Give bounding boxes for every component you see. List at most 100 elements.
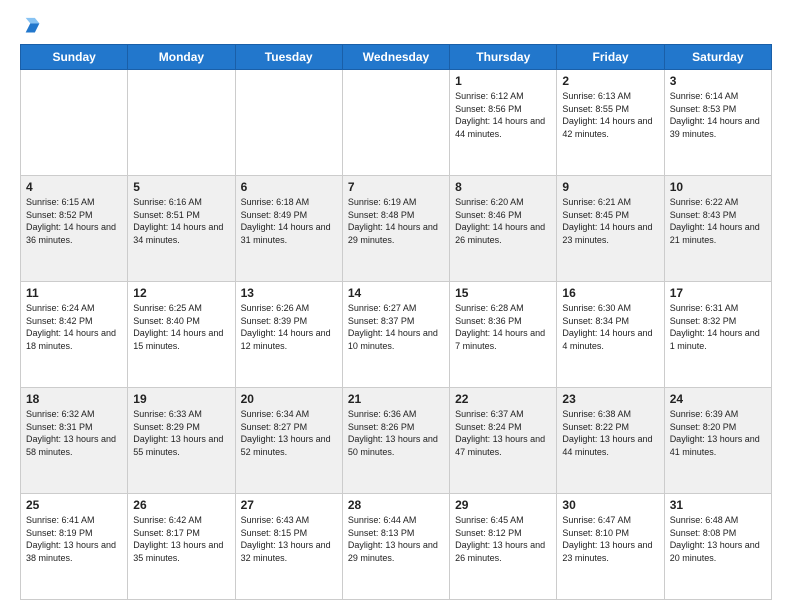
day-info: Sunrise: 6:15 AM Sunset: 8:52 PM Dayligh…	[26, 196, 122, 246]
calendar-cell: 21 Sunrise: 6:36 AM Sunset: 8:26 PM Dayli…	[342, 388, 449, 494]
day-number: 20	[241, 392, 337, 406]
day-number: 15	[455, 286, 551, 300]
logo	[20, 16, 44, 34]
calendar-cell: 18Sunrise: 6:32 AM Sunset: 8:31 PM Dayli…	[21, 388, 128, 494]
day-info: Sunrise: 6:38 AM Sunset: 8:22 PM Dayligh…	[562, 408, 658, 458]
day-number: 9	[562, 180, 658, 194]
calendar-cell	[342, 70, 449, 176]
day-info: Sunrise: 6:26 AM Sunset: 8:39 PM Dayligh…	[241, 302, 337, 352]
calendar-cell: 28Sunrise: 6:44 AM Sunset: 8:13 PM Dayli…	[342, 494, 449, 600]
day-number: 30	[562, 498, 658, 512]
calendar-table: SundayMondayTuesdayWednesdayThursdayFrid…	[20, 44, 772, 600]
day-number: 22	[455, 392, 551, 406]
day-number: 10	[670, 180, 766, 194]
calendar-cell: 31Sunrise: 6:48 AM Sunset: 8:08 PM Dayli…	[664, 494, 771, 600]
calendar-cell: 30 Sunrise: 6:47 AM Sunset: 8:10 PM Dayli…	[557, 494, 664, 600]
day-info: Sunrise: 6:32 AM Sunset: 8:31 PM Dayligh…	[26, 408, 122, 458]
day-info: Sunrise: 6:14 AM Sunset: 8:53 PM Dayligh…	[670, 90, 766, 140]
weekday-header-saturday: Saturday	[664, 45, 771, 70]
calendar-cell: 23Sunrise: 6:38 AM Sunset: 8:22 PM Dayli…	[557, 388, 664, 494]
calendar-cell: 20 Sunrise: 6:34 AM Sunset: 8:27 PM Dayli…	[235, 388, 342, 494]
day-number: 24	[670, 392, 766, 406]
calendar-cell: 19 Sunrise: 6:33 AM Sunset: 8:29 PM Dayli…	[128, 388, 235, 494]
day-info: Sunrise: 6:45 AM Sunset: 8:12 PM Dayligh…	[455, 514, 551, 564]
day-number: 19	[133, 392, 229, 406]
day-info: Sunrise: 6:25 AM Sunset: 8:40 PM Dayligh…	[133, 302, 229, 352]
day-number: 29	[455, 498, 551, 512]
day-number: 21	[348, 392, 444, 406]
calendar-cell: 14 Sunrise: 6:27 AM Sunset: 8:37 PM Dayli…	[342, 282, 449, 388]
day-number: 11	[26, 286, 122, 300]
day-info: Sunrise: 6:36 AM Sunset: 8:26 PM Dayligh…	[348, 408, 444, 458]
day-number: 25	[26, 498, 122, 512]
day-info: Sunrise: 6:27 AM Sunset: 8:37 PM Dayligh…	[348, 302, 444, 352]
day-info: Sunrise: 6:18 AM Sunset: 8:49 PM Dayligh…	[241, 196, 337, 246]
day-number: 27	[241, 498, 337, 512]
day-number: 6	[241, 180, 337, 194]
calendar-cell: 26 Sunrise: 6:42 AM Sunset: 8:17 PM Dayli…	[128, 494, 235, 600]
calendar-cell	[235, 70, 342, 176]
day-number: 1	[455, 74, 551, 88]
calendar-cell	[21, 70, 128, 176]
day-info: Sunrise: 6:42 AM Sunset: 8:17 PM Dayligh…	[133, 514, 229, 564]
calendar-cell: 12 Sunrise: 6:25 AM Sunset: 8:40 PM Dayli…	[128, 282, 235, 388]
calendar-cell: 10 Sunrise: 6:22 AM Sunset: 8:43 PM Dayli…	[664, 176, 771, 282]
day-info: Sunrise: 6:19 AM Sunset: 8:48 PM Dayligh…	[348, 196, 444, 246]
day-number: 31	[670, 498, 766, 512]
day-info: Sunrise: 6:39 AM Sunset: 8:20 PM Dayligh…	[670, 408, 766, 458]
calendar-week-1: 1 Sunrise: 6:12 AM Sunset: 8:56 PM Daylig…	[21, 70, 772, 176]
day-info: Sunrise: 6:12 AM Sunset: 8:56 PM Dayligh…	[455, 90, 551, 140]
weekday-header-wednesday: Wednesday	[342, 45, 449, 70]
calendar-cell: 6 Sunrise: 6:18 AM Sunset: 8:49 PM Daylig…	[235, 176, 342, 282]
calendar-cell	[128, 70, 235, 176]
weekday-header-thursday: Thursday	[450, 45, 557, 70]
calendar-cell: 25Sunrise: 6:41 AM Sunset: 8:19 PM Dayli…	[21, 494, 128, 600]
calendar-cell: 7Sunrise: 6:19 AM Sunset: 8:48 PM Daylig…	[342, 176, 449, 282]
calendar-cell: 1 Sunrise: 6:12 AM Sunset: 8:56 PM Daylig…	[450, 70, 557, 176]
calendar-cell: 24 Sunrise: 6:39 AM Sunset: 8:20 PM Dayli…	[664, 388, 771, 494]
calendar-week-2: 4 Sunrise: 6:15 AM Sunset: 8:52 PM Daylig…	[21, 176, 772, 282]
day-number: 16	[562, 286, 658, 300]
day-number: 26	[133, 498, 229, 512]
day-info: Sunrise: 6:16 AM Sunset: 8:51 PM Dayligh…	[133, 196, 229, 246]
day-info: Sunrise: 6:34 AM Sunset: 8:27 PM Dayligh…	[241, 408, 337, 458]
calendar-cell: 5 Sunrise: 6:16 AM Sunset: 8:51 PM Daylig…	[128, 176, 235, 282]
day-info: Sunrise: 6:21 AM Sunset: 8:45 PM Dayligh…	[562, 196, 658, 246]
calendar-cell: 13 Sunrise: 6:26 AM Sunset: 8:39 PM Dayli…	[235, 282, 342, 388]
weekday-header-tuesday: Tuesday	[235, 45, 342, 70]
day-info: Sunrise: 6:30 AM Sunset: 8:34 PM Dayligh…	[562, 302, 658, 352]
calendar-week-5: 25Sunrise: 6:41 AM Sunset: 8:19 PM Dayli…	[21, 494, 772, 600]
calendar-cell: 27 Sunrise: 6:43 AM Sunset: 8:15 PM Dayli…	[235, 494, 342, 600]
day-number: 17	[670, 286, 766, 300]
calendar-week-4: 18Sunrise: 6:32 AM Sunset: 8:31 PM Dayli…	[21, 388, 772, 494]
calendar-cell: 4 Sunrise: 6:15 AM Sunset: 8:52 PM Daylig…	[21, 176, 128, 282]
day-info: Sunrise: 6:13 AM Sunset: 8:55 PM Dayligh…	[562, 90, 658, 140]
day-number: 14	[348, 286, 444, 300]
calendar-week-3: 11Sunrise: 6:24 AM Sunset: 8:42 PM Dayli…	[21, 282, 772, 388]
calendar-cell: 9 Sunrise: 6:21 AM Sunset: 8:45 PM Daylig…	[557, 176, 664, 282]
day-info: Sunrise: 6:44 AM Sunset: 8:13 PM Dayligh…	[348, 514, 444, 564]
day-number: 8	[455, 180, 551, 194]
calendar-cell: 16 Sunrise: 6:30 AM Sunset: 8:34 PM Dayli…	[557, 282, 664, 388]
day-info: Sunrise: 6:28 AM Sunset: 8:36 PM Dayligh…	[455, 302, 551, 352]
weekday-header-monday: Monday	[128, 45, 235, 70]
day-info: Sunrise: 6:33 AM Sunset: 8:29 PM Dayligh…	[133, 408, 229, 458]
day-info: Sunrise: 6:31 AM Sunset: 8:32 PM Dayligh…	[670, 302, 766, 352]
day-info: Sunrise: 6:37 AM Sunset: 8:24 PM Dayligh…	[455, 408, 551, 458]
day-number: 5	[133, 180, 229, 194]
day-number: 12	[133, 286, 229, 300]
logo-icon	[22, 16, 44, 38]
day-number: 13	[241, 286, 337, 300]
day-info: Sunrise: 6:22 AM Sunset: 8:43 PM Dayligh…	[670, 196, 766, 246]
day-number: 4	[26, 180, 122, 194]
calendar-cell: 17 Sunrise: 6:31 AM Sunset: 8:32 PM Dayli…	[664, 282, 771, 388]
day-number: 2	[562, 74, 658, 88]
day-number: 3	[670, 74, 766, 88]
day-info: Sunrise: 6:43 AM Sunset: 8:15 PM Dayligh…	[241, 514, 337, 564]
calendar-cell: 2 Sunrise: 6:13 AM Sunset: 8:55 PM Daylig…	[557, 70, 664, 176]
day-info: Sunrise: 6:20 AM Sunset: 8:46 PM Dayligh…	[455, 196, 551, 246]
weekday-header-friday: Friday	[557, 45, 664, 70]
calendar-cell: 22 Sunrise: 6:37 AM Sunset: 8:24 PM Dayli…	[450, 388, 557, 494]
day-info: Sunrise: 6:47 AM Sunset: 8:10 PM Dayligh…	[562, 514, 658, 564]
calendar-header-row: SundayMondayTuesdayWednesdayThursdayFrid…	[21, 45, 772, 70]
